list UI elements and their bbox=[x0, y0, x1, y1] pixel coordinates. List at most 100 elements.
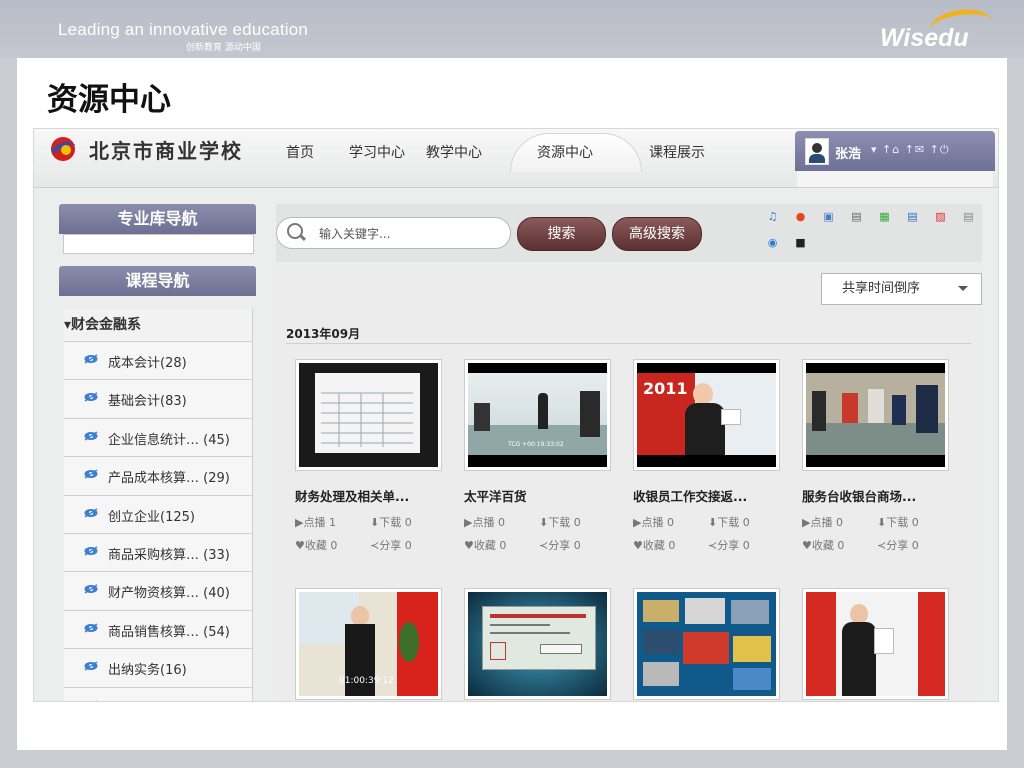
text-file-icon[interactable]: ▤ bbox=[962, 210, 975, 223]
card-title[interactable]: 服务台收银台商场... bbox=[802, 486, 916, 505]
favorite-count[interactable]: ♥收藏 0 bbox=[464, 537, 506, 553]
chevron-down-icon bbox=[958, 286, 968, 291]
nav-home[interactable]: 首页 bbox=[286, 142, 314, 162]
download-count[interactable]: ⬇下载 0 bbox=[539, 514, 581, 530]
play-count[interactable]: ▶点播 1 bbox=[295, 514, 336, 530]
play-count[interactable]: ▶点播 0 bbox=[802, 514, 843, 530]
card-title[interactable]: 财务处理及相关单... bbox=[295, 486, 409, 505]
image-icon[interactable]: ▣ bbox=[822, 210, 835, 223]
video-thumbnail[interactable] bbox=[802, 588, 949, 700]
timecode: 01:00:39:12 bbox=[339, 676, 394, 686]
sidebar-course-item[interactable]: 出纳实务(16) bbox=[64, 648, 253, 687]
sidebar-course-label: 基础会计(83) bbox=[108, 394, 187, 410]
user-actions-icons[interactable]: ▾ ↑⌂ ↑✉ ↑⏻ bbox=[871, 143, 950, 157]
eye-icon bbox=[84, 392, 98, 402]
nav-resource-center[interactable]: 资源中心 bbox=[537, 142, 593, 162]
download-count[interactable]: ⬇下载 0 bbox=[877, 514, 919, 530]
favorite-count[interactable]: ♥收藏 0 bbox=[295, 537, 337, 553]
sidebar-course-label: 产品成本核算… (29) bbox=[108, 471, 230, 487]
tagline-sub: 创新教育 源动中国 bbox=[186, 43, 261, 53]
eye-icon bbox=[84, 584, 98, 594]
search-bar: 输入关键字... 搜索 高级搜索 ♫ ● ▣ ▤ ▦ ▤ ▨ ▤ ◉ ■ bbox=[276, 204, 982, 262]
nav-learning-center[interactable]: 学习中心 bbox=[349, 142, 405, 162]
date-divider bbox=[286, 343, 971, 344]
favorite-count[interactable]: ♥收藏 0 bbox=[802, 537, 844, 553]
sidebar-course-item[interactable]: 商品采购核算… (33) bbox=[64, 532, 253, 572]
eye-icon bbox=[84, 623, 98, 633]
video-thumbnail[interactable] bbox=[633, 588, 780, 700]
flash-icon[interactable]: ● bbox=[794, 210, 807, 223]
user-panel[interactable]: 张浩 ▾ ↑⌂ ↑✉ ↑⏻ bbox=[795, 131, 995, 171]
share-count[interactable]: ≺分享 0 bbox=[708, 537, 750, 553]
category-finance[interactable]: ▾财会金融系 bbox=[64, 309, 253, 341]
share-count[interactable]: ≺分享 0 bbox=[370, 537, 412, 553]
card-title[interactable]: 太平洋百货 bbox=[464, 486, 527, 505]
document-icon[interactable]: ▤ bbox=[850, 210, 863, 223]
user-name[interactable]: 张浩 bbox=[835, 143, 861, 162]
download-count[interactable]: ⬇下载 0 bbox=[370, 514, 412, 530]
sidebar-course-label: 创立企业(125) bbox=[108, 509, 195, 525]
sidebar-course-label: 财产物资核算… (40) bbox=[108, 586, 230, 602]
major-nav-panel: 专业库导航 bbox=[59, 204, 256, 254]
sidebar-course-item[interactable]: 创立企业(125) bbox=[64, 494, 253, 533]
play-count[interactable]: ▶点播 0 bbox=[464, 514, 505, 530]
sidebar-border bbox=[252, 309, 253, 701]
share-count[interactable]: ≺分享 0 bbox=[877, 537, 919, 553]
avatar[interactable] bbox=[805, 138, 829, 165]
course-nav-panel: 课程导航 bbox=[59, 266, 256, 296]
sidebar-course-label: 成本会计(28) bbox=[108, 356, 187, 371]
favorite-count[interactable]: ♥收藏 0 bbox=[633, 537, 675, 553]
ppt-icon[interactable]: ▨ bbox=[934, 210, 947, 223]
thumb-year: 2011 bbox=[643, 379, 688, 398]
sidebar-course-item[interactable]: 成本会计(28) bbox=[64, 341, 253, 380]
major-nav-body bbox=[63, 234, 254, 254]
major-nav-title[interactable]: 专业库导航 bbox=[59, 204, 256, 234]
eye-icon bbox=[87, 699, 98, 701]
ledger-image bbox=[321, 392, 413, 447]
nav-course-showcase[interactable]: 课程展示 bbox=[649, 142, 705, 162]
web-icon[interactable]: ◉ bbox=[766, 236, 779, 249]
video-thumbnail[interactable] bbox=[464, 588, 611, 700]
search-button[interactable]: 搜索 bbox=[517, 217, 606, 251]
sidebar-course-label: 出纳实务(16) bbox=[108, 663, 187, 679]
app-header: 北京市商业学校 首页 学习中心 教学中心 资源中心 课程展示 张浩 ▾ ↑⌂ ↑… bbox=[34, 129, 998, 188]
card-title[interactable]: 收银员工作交接返... bbox=[633, 486, 747, 505]
sidebar-course-label: 企业信息统计… (45) bbox=[108, 432, 230, 448]
video-icon[interactable]: ▦ bbox=[878, 210, 891, 223]
sort-select[interactable]: 共享时间倒序 bbox=[821, 273, 982, 305]
sidebar-course-item[interactable]: 企业信息统计… (45) bbox=[64, 417, 253, 457]
sidebar-course-item[interactable]: 产品成本核算… (29) bbox=[64, 456, 253, 495]
eye-icon bbox=[84, 431, 98, 441]
sidebar-course-label: 商品采购核算… (33) bbox=[108, 547, 230, 563]
video-thumbnail[interactable]: 01:00:39:12 bbox=[295, 588, 442, 700]
date-group-heading: 2013年09月 bbox=[286, 327, 361, 341]
sidebar-course-label: 税费核算与缴纳(10) bbox=[108, 698, 226, 701]
school-name: 北京市商业学校 bbox=[89, 139, 243, 163]
clapper-icon[interactable]: ■ bbox=[794, 236, 807, 249]
music-icon[interactable]: ♫ bbox=[766, 210, 779, 223]
tagline: Leading an innovative education bbox=[58, 20, 309, 39]
sidebar-course-item[interactable]: 财产物资核算… (40) bbox=[64, 571, 253, 610]
nav-teaching-center[interactable]: 教学中心 bbox=[426, 142, 482, 162]
word-icon[interactable]: ▤ bbox=[906, 210, 919, 223]
video-thumbnail[interactable] bbox=[802, 359, 949, 471]
brand-logo: Wisedu bbox=[880, 24, 969, 52]
sidebar-course-item[interactable]: 基础会计(83) bbox=[64, 379, 253, 418]
eye-icon bbox=[84, 469, 98, 479]
play-count[interactable]: ▶点播 0 bbox=[633, 514, 674, 530]
video-thumbnail[interactable]: TCG +00:19:33:02 bbox=[464, 359, 611, 471]
slide-title: 资源中心 bbox=[47, 82, 171, 118]
eye-icon bbox=[84, 354, 98, 364]
course-nav-title[interactable]: 课程导航 bbox=[59, 266, 256, 296]
search-input[interactable]: 输入关键字... bbox=[276, 217, 511, 249]
download-count[interactable]: ⬇下载 0 bbox=[708, 514, 750, 530]
share-count[interactable]: ≺分享 0 bbox=[539, 537, 581, 553]
eye-icon bbox=[84, 507, 98, 518]
advanced-search-button[interactable]: 高级搜索 bbox=[612, 217, 702, 251]
video-thumbnail[interactable] bbox=[295, 359, 442, 471]
video-thumbnail[interactable]: 2011 bbox=[633, 359, 780, 471]
sidebar-course-item[interactable]: 商品销售核算… (54) bbox=[64, 609, 253, 649]
sidebar-course-item[interactable]: 税费核算与缴纳(10) bbox=[64, 686, 253, 701]
user-panel-strip bbox=[797, 171, 993, 187]
timecode: TCG +00:19:33:02 bbox=[508, 441, 564, 448]
